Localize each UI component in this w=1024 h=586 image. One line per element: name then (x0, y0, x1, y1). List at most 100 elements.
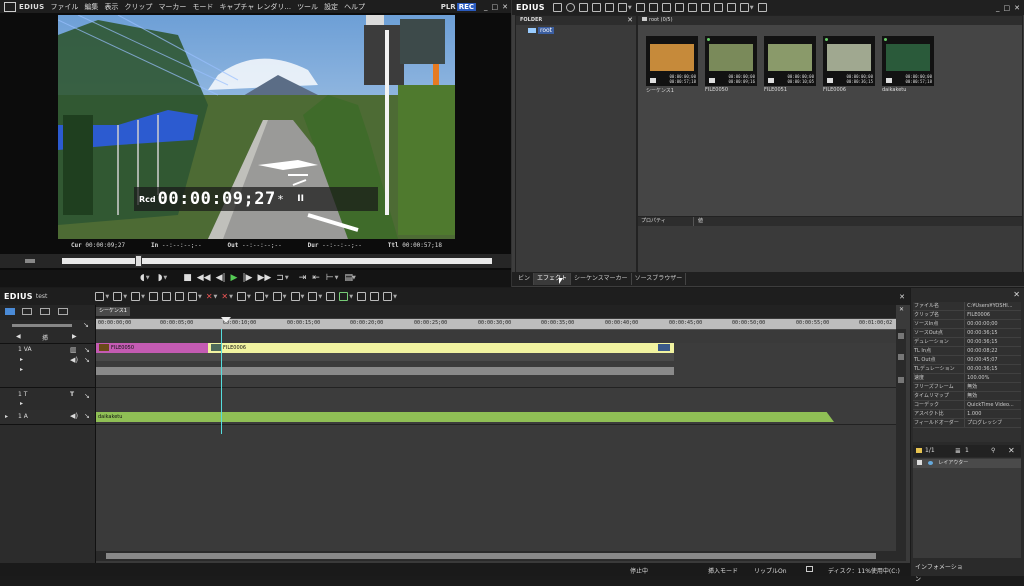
set-marker-icon[interactable] (290, 292, 300, 301)
add-cut-icon[interactable] (272, 292, 282, 301)
maximize-icon[interactable]: □ (492, 3, 499, 11)
track-header-a[interactable]: ▸ 1 A ◀) ↘ (0, 410, 95, 425)
bin-close-icon[interactable]: ✕ (1014, 4, 1020, 12)
menu-edit[interactable]: 編集 (84, 2, 98, 12)
timeline-track-area[interactable]: シーケンス1 ✕ 00:00:00;00 00:00:05;00 00:00:1… (96, 305, 910, 563)
audio-sub-clip[interactable] (96, 367, 674, 375)
sync-icon[interactable]: ↘ (84, 346, 90, 354)
add-to-timeline-icon[interactable] (687, 3, 697, 12)
expand-icon[interactable]: ▸ (20, 356, 23, 363)
cut-icon[interactable] (148, 292, 158, 301)
mode-rec-button[interactable]: REC (456, 2, 476, 11)
view-icon[interactable] (739, 3, 749, 12)
render-icon[interactable] (339, 292, 349, 301)
playhead-handle[interactable] (135, 255, 142, 267)
play-icon[interactable]: ▶ (231, 273, 238, 283)
menu-file[interactable]: ファイル (50, 2, 78, 12)
zoom-slider[interactable] (12, 324, 72, 327)
menu-clip[interactable]: クリップ (124, 2, 152, 12)
grid-icon[interactable] (357, 292, 367, 301)
properties-icon[interactable] (726, 3, 736, 12)
shuttle-handle[interactable] (25, 259, 35, 263)
mode-plr-button[interactable]: PLR (441, 3, 456, 11)
new-sequence-icon[interactable] (95, 292, 105, 301)
scroll-right-icon[interactable]: ▶ (72, 333, 77, 340)
title-icon[interactable] (308, 292, 318, 301)
cut-icon[interactable] (635, 3, 645, 12)
settings-icon[interactable] (757, 3, 767, 12)
layout-icon[interactable] (383, 292, 393, 301)
paste-icon[interactable] (661, 3, 671, 12)
open-icon[interactable] (113, 292, 123, 301)
set-out-icon[interactable]: ◗ (158, 273, 163, 283)
delete-icon[interactable] (713, 3, 723, 12)
waveform-icon[interactable]: ↘ (84, 412, 90, 420)
delete-clip-icon[interactable]: ✕ (206, 292, 213, 301)
root-folder-item[interactable]: root (528, 27, 636, 34)
waveform-icon[interactable]: ↘ (84, 356, 90, 364)
mark-icon[interactable] (700, 3, 710, 12)
track-view-icon[interactable] (5, 308, 15, 315)
menu-help[interactable]: ヘルプ (344, 2, 365, 12)
set-in-icon[interactable]: ◖ (140, 273, 145, 283)
toggle-icon[interactable]: ↘ (83, 321, 89, 329)
overwrite-icon[interactable]: ⇤ (312, 273, 320, 283)
sync-icon[interactable]: ↘ (84, 392, 90, 400)
menu-tools[interactable]: ツール (297, 2, 318, 12)
add-folder-icon[interactable] (591, 3, 601, 12)
scroll-left-icon[interactable]: ◀ (16, 333, 21, 340)
copy-icon[interactable] (648, 3, 658, 12)
horizontal-scrollbar[interactable] (96, 551, 896, 561)
clip-thumbnail[interactable]: 00:00:00;00 00:00:57;18 (882, 36, 934, 86)
clip-thumbnail[interactable]: 00:00:00;00 00:00:10;05 (764, 36, 816, 86)
tab-bin[interactable]: ビン (515, 273, 535, 285)
timeline-close-icon[interactable]: ✕ (899, 293, 905, 301)
scrub-track[interactable] (62, 258, 492, 264)
replace-icon[interactable] (187, 292, 197, 301)
menu-render[interactable]: レンダリ... (256, 2, 291, 12)
menu-marker[interactable]: マーカー (158, 2, 186, 12)
sequence-tab[interactable]: シーケンス1 (96, 307, 130, 316)
step-back-icon[interactable]: ◀| (216, 273, 226, 283)
video-clip[interactable]: FILE0006 (208, 343, 674, 353)
track-header-t[interactable]: 1 T ▸ T ↘ (0, 388, 95, 411)
mic-icon[interactable] (326, 292, 336, 301)
speaker-icon[interactable]: ◀) (70, 356, 78, 364)
undo-icon[interactable] (236, 292, 246, 301)
link-icon[interactable] (40, 308, 50, 315)
folder-icon[interactable] (552, 3, 562, 12)
step-forward-icon[interactable]: |▶ (242, 273, 252, 283)
fast-forward-icon[interactable]: ▶▶ (257, 273, 271, 283)
title-track-icon[interactable]: T (70, 391, 74, 398)
tab-sequence-marker[interactable]: シーケンスマーカー (571, 273, 632, 285)
up-folder-icon[interactable] (578, 3, 588, 12)
stop-icon[interactable]: ■ (183, 273, 192, 283)
snap-icon[interactable] (58, 308, 68, 315)
folder-close-icon[interactable]: ✕ (627, 16, 633, 24)
bin-minimize-icon[interactable]: _ (996, 4, 1000, 12)
checkbox-icon[interactable] (917, 460, 922, 465)
rewind-icon[interactable]: ◀◀ (197, 273, 211, 283)
tab-effect[interactable]: エフェクト (534, 273, 572, 285)
save-icon[interactable] (131, 292, 141, 301)
info-close-icon[interactable]: ✕ (1013, 290, 1020, 299)
clip-thumbnail[interactable]: 00:00:00;00 00:00:57;18 (646, 36, 698, 86)
track-lane-t[interactable] (96, 388, 896, 411)
menu-capture[interactable]: キャプチャ (219, 2, 254, 12)
add-sequence-icon[interactable] (617, 3, 627, 12)
menu-settings[interactable]: 設定 (324, 2, 338, 12)
send-to-player-icon[interactable] (674, 3, 684, 12)
time-ruler[interactable]: 00:00:00;00 00:00:05;00 00:00:10;00 00:0… (96, 319, 896, 330)
layer-delete-icon[interactable]: ✕ (1008, 446, 1015, 455)
copy-icon[interactable] (161, 292, 171, 301)
expand-icon[interactable]: ▸ (20, 400, 23, 407)
tab-source-browser[interactable]: ソースブラウザー (632, 273, 687, 285)
search-icon[interactable] (565, 3, 575, 12)
title-icon[interactable] (604, 3, 614, 12)
minimize-icon[interactable]: _ (484, 3, 488, 11)
loop-icon[interactable]: ⊐ (276, 273, 284, 283)
menu-mode[interactable]: モード (192, 2, 213, 12)
waveform-icon[interactable] (22, 308, 32, 315)
insert-icon[interactable]: ⇥ (299, 273, 307, 283)
playback-position-bar[interactable] (0, 254, 511, 268)
